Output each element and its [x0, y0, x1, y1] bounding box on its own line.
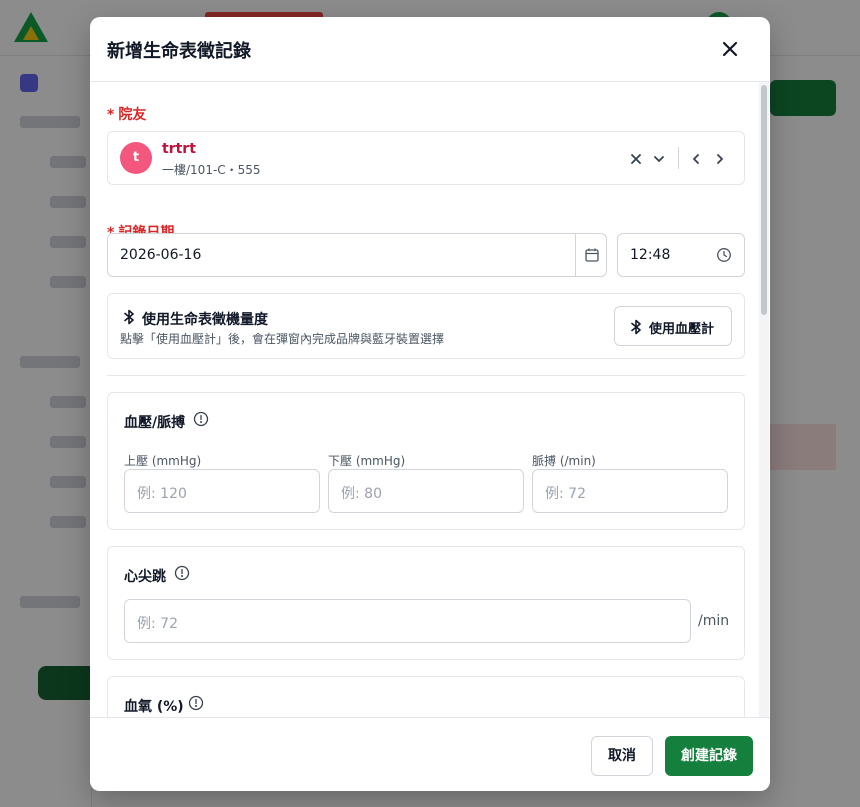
vital-signs-modal: 新增生命表徵記錄 * 院友 t trtrt 一樓/101-C・555 2026-…	[90, 17, 770, 791]
scrollbar-thumb[interactable]	[761, 85, 767, 315]
clock-icon	[717, 248, 731, 262]
modal-title: 新增生命表徵記錄	[107, 41, 251, 62]
pulse-label: 脈搏 (/min)	[532, 454, 596, 468]
systolic-label: 上壓 (mmHg)	[124, 454, 202, 468]
resident-location: 一樓/101-C・555	[162, 163, 261, 177]
bluetooth-icon	[124, 309, 134, 325]
use-bp-monitor-label: 使用血壓計	[649, 322, 715, 337]
time-value: 12:48	[630, 247, 671, 263]
create-record-button[interactable]: 創建記錄	[665, 736, 753, 776]
modal-header: 新增生命表徵記錄	[90, 17, 770, 82]
use-bp-monitor-button[interactable]: 使用血壓計	[614, 306, 732, 346]
modal-body[interactable]: *院友 t trtrt 一樓/101-C・555 *記錄日期 2026-06-1…	[90, 82, 770, 717]
resident-name: trtrt	[162, 141, 196, 157]
resident-avatar: t	[120, 142, 152, 174]
modal-scrollbar[interactable]	[759, 82, 769, 717]
pulse-input[interactable]: 例: 72	[532, 469, 728, 513]
heart-rate-title: 心尖跳	[124, 569, 166, 585]
diastolic-input[interactable]: 例: 80	[328, 469, 524, 513]
resident-label: * 院友	[107, 107, 147, 123]
next-resident-button[interactable]	[710, 149, 730, 169]
info-icon[interactable]	[174, 565, 190, 581]
chevron-right-icon	[717, 154, 723, 164]
clear-icon	[631, 154, 641, 164]
clear-resident-button[interactable]	[626, 149, 646, 169]
modal-footer: 取消 創建記錄	[90, 717, 770, 791]
resident-select[interactable]: t trtrt 一樓/101-C・555	[107, 131, 745, 185]
heart-rate-input[interactable]: 例: 72	[124, 599, 691, 643]
previous-resident-button[interactable]	[686, 149, 706, 169]
close-button[interactable]	[718, 37, 742, 61]
close-icon	[722, 41, 738, 57]
date-input[interactable]: 2026-06-16	[107, 233, 607, 277]
info-icon[interactable]	[188, 695, 204, 711]
systolic-input[interactable]: 例: 120	[124, 469, 320, 513]
chevron-down-icon	[654, 156, 664, 162]
cancel-button[interactable]: 取消	[591, 736, 653, 776]
calendar-button[interactable]	[575, 234, 607, 276]
chevron-left-icon	[693, 154, 699, 164]
resident-divider	[678, 147, 679, 169]
heart-rate-unit: /min	[698, 613, 730, 629]
bluetooth-description: 點擊「使用血壓計」後，會在彈窗內完成品牌與藍牙裝置選擇	[120, 332, 445, 346]
date-value: 2026-06-16	[120, 247, 202, 263]
bluetooth-device-panel: 使用生命表徵機量度 點擊「使用血壓計」後，會在彈窗內完成品牌與藍牙裝置選擇 使用…	[107, 293, 745, 359]
blood-pressure-title: 血壓/脈搏	[124, 415, 186, 431]
diastolic-label: 下壓 (mmHg)	[328, 454, 406, 468]
oxygen-title: 血氧 (%)	[124, 699, 184, 715]
calendar-icon	[585, 248, 599, 262]
info-icon[interactable]	[193, 411, 209, 427]
resident-dropdown-button[interactable]	[649, 149, 669, 169]
oxygen-card: 血氧 (%)	[107, 676, 745, 717]
blood-pressure-card: 血壓/脈搏 上壓 (mmHg) 例: 120 下壓 (mmHg) 例: 80 脈…	[107, 392, 745, 530]
time-input[interactable]: 12:48	[617, 233, 745, 277]
bluetooth-title: 使用生命表徵機量度	[142, 312, 268, 328]
heart-rate-card: 心尖跳 例: 72 /min	[107, 546, 745, 660]
section-divider	[107, 375, 745, 376]
bluetooth-icon	[631, 319, 641, 335]
